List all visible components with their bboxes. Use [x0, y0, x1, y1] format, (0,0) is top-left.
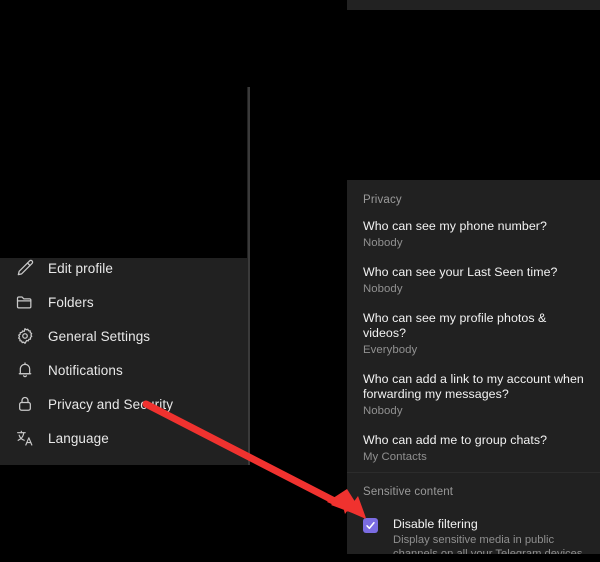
bell-icon	[14, 359, 36, 381]
privacy-value: Nobody	[363, 405, 403, 417]
sidebar-item-notifications[interactable]: Notifications	[0, 353, 250, 387]
privacy-question: Who can add me to group chats?	[363, 433, 548, 447]
sensitive-content-section: Sensitive content Disable filtering Disp…	[347, 473, 600, 554]
privacy-section-title: Privacy	[363, 194, 402, 206]
privacy-section: Privacy Who can see my phone number? Nob…	[347, 180, 600, 464]
checkmark-icon	[366, 521, 375, 530]
sidebar-item-label: Language	[48, 430, 109, 446]
privacy-value: Nobody	[363, 283, 403, 295]
gear-icon	[14, 325, 36, 347]
privacy-value: My Contacts	[363, 451, 427, 463]
privacy-settings-panel: Privacy Who can see my phone number? Nob…	[347, 180, 600, 554]
privacy-row-profile-photos[interactable]: Who can see my profile photos & videos? …	[347, 311, 600, 357]
sidebar-item-privacy-and-security[interactable]: Privacy and Security	[0, 387, 250, 421]
disable-filtering-description: Display sensitive media in public channe…	[393, 534, 586, 554]
disable-filtering-text: Disable filtering Display sensitive medi…	[393, 517, 586, 554]
top-chrome-strip	[347, 0, 600, 10]
sidebar-item-label: Notifications	[48, 362, 123, 378]
privacy-question: Who can see my phone number?	[363, 219, 547, 233]
privacy-row-group-chats[interactable]: Who can add me to group chats? My Contac…	[347, 433, 600, 464]
privacy-row-forward-link[interactable]: Who can add a link to my account when fo…	[347, 372, 600, 418]
sidebar-item-folders[interactable]: Folders	[0, 285, 250, 319]
folder-icon	[14, 291, 36, 313]
disable-filtering-row[interactable]: Disable filtering Display sensitive medi…	[347, 517, 600, 554]
disable-filtering-checkbox[interactable]	[363, 518, 378, 533]
disable-filtering-label: Disable filtering	[393, 517, 478, 531]
sidebar-item-label: Folders	[48, 294, 94, 310]
sidebar-item-language[interactable]: Language	[0, 421, 250, 455]
sensitive-content-title: Sensitive content	[363, 486, 454, 498]
privacy-value: Everybody	[363, 344, 418, 356]
privacy-row-phone-number[interactable]: Who can see my phone number? Nobody	[347, 219, 600, 250]
privacy-question: Who can see your Last Seen time?	[363, 265, 558, 279]
translate-icon	[14, 427, 36, 449]
privacy-row-last-seen[interactable]: Who can see your Last Seen time? Nobody	[347, 265, 600, 296]
sidebar-item-label: Privacy and Security	[48, 396, 174, 412]
occlusion-block-left	[0, 87, 247, 258]
sidebar-item-general-settings[interactable]: General Settings	[0, 319, 250, 353]
sidebar-item-label: General Settings	[48, 328, 151, 344]
privacy-value: Nobody	[363, 237, 403, 249]
panel-divider-vertical	[248, 87, 250, 465]
sidebar-item-label: Edit profile	[48, 260, 113, 276]
privacy-row-list: Who can see my phone number? Nobody Who …	[347, 219, 600, 464]
privacy-question: Who can see my profile photos & videos?	[363, 311, 547, 340]
lock-icon	[14, 393, 36, 415]
app-window: Edit profile Folders General Settings No…	[0, 0, 600, 557]
privacy-question: Who can add a link to my account when fo…	[363, 372, 584, 401]
pencil-icon	[14, 257, 36, 279]
